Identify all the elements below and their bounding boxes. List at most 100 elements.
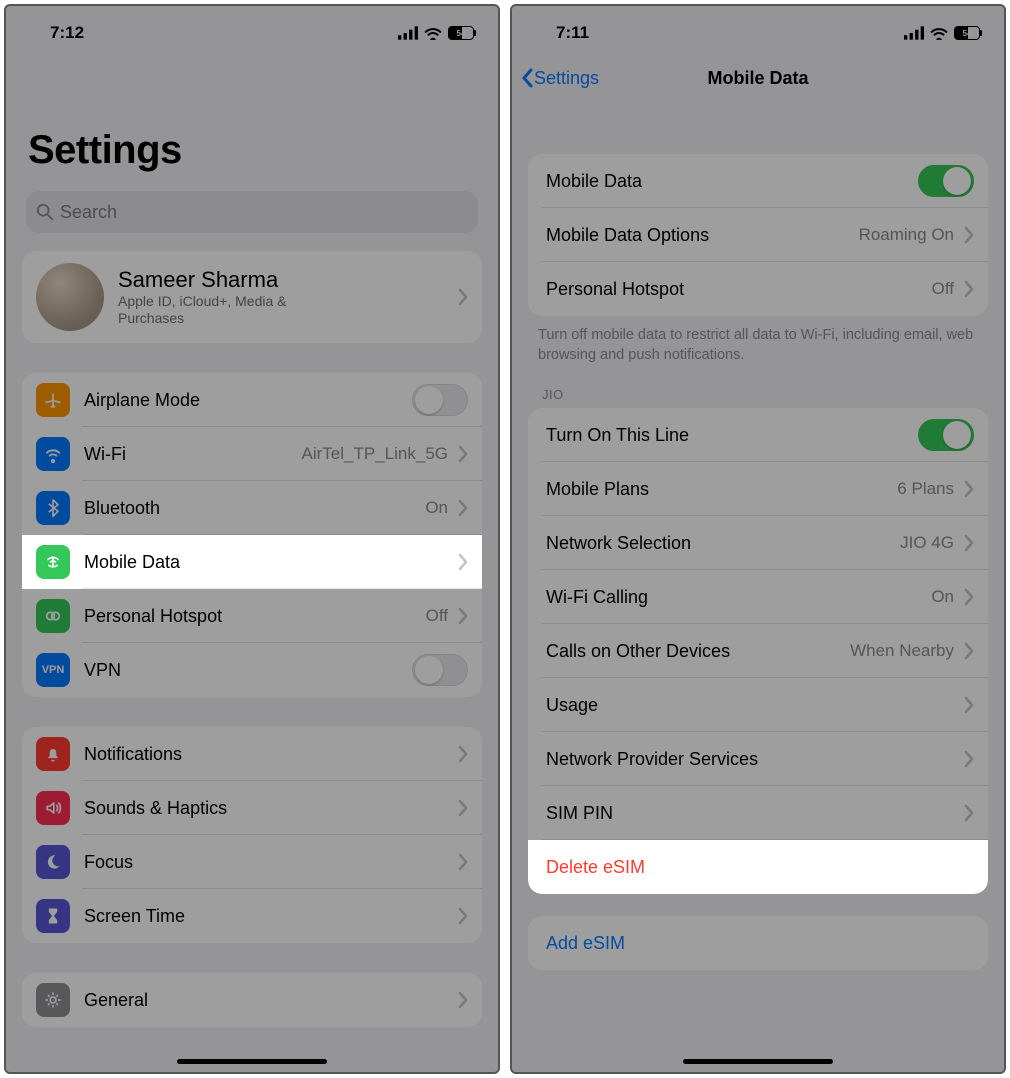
row-label: Turn On This Line xyxy=(546,425,918,446)
delete-esim-highlight: Delete eSIM xyxy=(528,840,988,894)
sounds-row[interactable]: Sounds & Haptics xyxy=(22,781,482,835)
row-label: Network Provider Services xyxy=(546,749,954,770)
cellular-icon xyxy=(904,26,924,40)
screen-time-row[interactable]: Screen Time xyxy=(22,889,482,943)
row-label: Delete eSIM xyxy=(546,857,974,878)
chevron-right-icon xyxy=(458,553,468,571)
row-detail: AirTel_TP_Link_5G xyxy=(302,444,448,464)
battery-icon: 54 xyxy=(954,26,980,40)
avatar xyxy=(36,263,104,331)
chevron-right-icon xyxy=(458,745,468,763)
wifi-icon xyxy=(930,26,948,40)
settings-screen: 7:12 54 Settings Search Sameer Sharma Ap… xyxy=(4,4,500,1074)
wifi-icon xyxy=(424,26,442,40)
mobile-plans-row[interactable]: Mobile Plans 6 Plans xyxy=(528,462,988,516)
hotspot-icon xyxy=(36,599,70,633)
screen-time-icon xyxy=(36,899,70,933)
search-input[interactable]: Search xyxy=(26,191,478,233)
chevron-right-icon xyxy=(458,991,468,1009)
row-label: SIM PIN xyxy=(546,803,954,824)
sounds-icon xyxy=(36,791,70,825)
profile-card[interactable]: Sameer Sharma Apple ID, iCloud+, Media &… xyxy=(22,251,482,343)
gear-icon xyxy=(36,983,70,1017)
row-detail: Off xyxy=(932,279,954,299)
row-label: Wi-Fi xyxy=(84,444,294,465)
row-label: Focus xyxy=(84,852,448,873)
add-esim-row[interactable]: Add eSIM xyxy=(528,916,988,970)
chevron-right-icon xyxy=(964,226,974,244)
line-toggle[interactable] xyxy=(918,419,974,451)
row-label: Notifications xyxy=(84,744,448,765)
chevron-right-icon xyxy=(964,642,974,660)
chevron-right-icon xyxy=(964,280,974,298)
chevron-right-icon xyxy=(458,853,468,871)
sim-pin-row[interactable]: SIM PIN xyxy=(528,786,988,840)
hotspot-row[interactable]: Personal Hotspot Off xyxy=(528,262,988,316)
search-placeholder: Search xyxy=(60,202,117,223)
chevron-right-icon xyxy=(458,907,468,925)
row-label: VPN xyxy=(84,660,412,681)
row-label: Sounds & Haptics xyxy=(84,798,448,819)
mobile-data-toggle[interactable] xyxy=(918,165,974,197)
mobile-data-row-highlight: Mobile Data xyxy=(22,535,482,589)
vpn-row[interactable]: VPN VPN xyxy=(22,643,482,697)
home-indicator[interactable] xyxy=(683,1059,833,1064)
chevron-right-icon xyxy=(458,799,468,817)
chevron-right-icon xyxy=(458,288,468,306)
delete-esim-row[interactable]: Delete eSIM xyxy=(528,840,988,894)
mobile-data-toggle-group: Mobile Data Mobile Data Options Roaming … xyxy=(528,154,988,316)
row-detail: JIO 4G xyxy=(900,533,954,553)
row-label: Personal Hotspot xyxy=(546,279,924,300)
airplane-icon xyxy=(36,383,70,417)
mobile-data-toggle-row[interactable]: Mobile Data xyxy=(528,154,988,208)
mobile-data-screen: 7:11 54 Settings Mobile Data Mobile Data… xyxy=(510,4,1006,1074)
network-selection-row[interactable]: Network Selection JIO 4G xyxy=(528,516,988,570)
general-row[interactable]: General xyxy=(22,973,482,1027)
row-label: General xyxy=(84,990,448,1011)
status-bar: 7:12 54 xyxy=(6,6,498,56)
row-label: Network Selection xyxy=(546,533,892,554)
vpn-toggle[interactable] xyxy=(412,654,468,686)
back-button[interactable]: Settings xyxy=(520,68,599,89)
chevron-right-icon xyxy=(964,480,974,498)
chevron-right-icon xyxy=(458,607,468,625)
notifications-row[interactable]: Notifications xyxy=(22,727,482,781)
usage-row[interactable]: Usage xyxy=(528,678,988,732)
hotspot-row[interactable]: Personal Hotspot Off xyxy=(22,589,482,643)
focus-row[interactable]: Focus xyxy=(22,835,482,889)
home-indicator[interactable] xyxy=(177,1059,327,1064)
row-label: Wi-Fi Calling xyxy=(546,587,923,608)
status-time: 7:11 xyxy=(556,23,589,43)
mobile-data-row[interactable]: Mobile Data xyxy=(22,535,482,589)
attention-group: Notifications Sounds & Haptics Focus Scr… xyxy=(22,727,482,943)
chevron-right-icon xyxy=(964,534,974,552)
row-detail: 6 Plans xyxy=(897,479,954,499)
airplane-mode-row[interactable]: Airplane Mode xyxy=(22,373,482,427)
chevron-right-icon xyxy=(964,750,974,768)
footer-note: Turn off mobile data to restrict all dat… xyxy=(512,316,1004,369)
section-header-jio: JIO xyxy=(512,369,1004,408)
notifications-icon xyxy=(36,737,70,771)
wifi-row[interactable]: Wi-Fi AirTel_TP_Link_5G xyxy=(22,427,482,481)
mobile-data-options-row[interactable]: Mobile Data Options Roaming On xyxy=(528,208,988,262)
row-label: Mobile Data xyxy=(84,552,448,573)
row-detail: Roaming On xyxy=(859,225,954,245)
row-label: Personal Hotspot xyxy=(84,606,418,627)
provider-services-row[interactable]: Network Provider Services xyxy=(528,732,988,786)
turn-on-line-row[interactable]: Turn On This Line xyxy=(528,408,988,462)
page-title: Settings xyxy=(6,56,498,185)
row-label: Calls on Other Devices xyxy=(546,641,842,662)
chevron-right-icon xyxy=(458,445,468,463)
wifi-calling-row[interactable]: Wi-Fi Calling On xyxy=(528,570,988,624)
bluetooth-row[interactable]: Bluetooth On xyxy=(22,481,482,535)
status-bar: 7:11 54 xyxy=(512,6,1004,56)
airplane-toggle[interactable] xyxy=(412,384,468,416)
general-group: General xyxy=(22,973,482,1027)
chevron-left-icon xyxy=(520,68,534,88)
row-detail: On xyxy=(931,587,954,607)
cellular-icon xyxy=(398,26,418,40)
add-esim-group: Add eSIM xyxy=(528,916,988,970)
focus-icon xyxy=(36,845,70,879)
bluetooth-icon xyxy=(36,491,70,525)
calls-other-devices-row[interactable]: Calls on Other Devices When Nearby xyxy=(528,624,988,678)
